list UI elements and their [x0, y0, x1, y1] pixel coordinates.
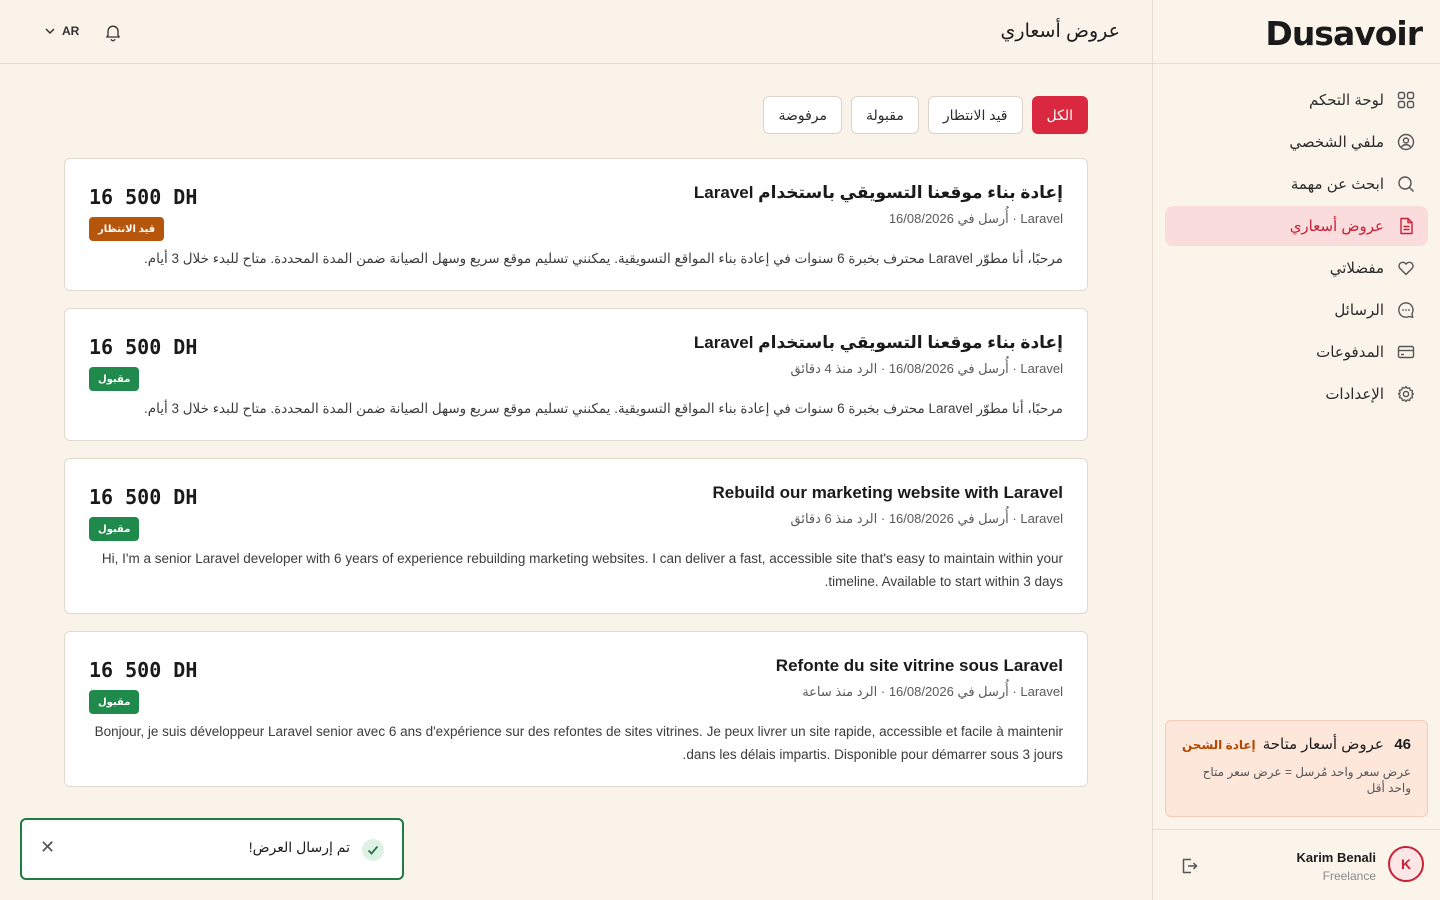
quote-meta: Laravel · أُرسل في 16/08/2026 · الرد منذ… — [790, 361, 1064, 376]
quote-card[interactable]: إعادة بناء موقعنا التسويقي باستخدام Lara… — [64, 158, 1088, 291]
credits-description: عرض سعر واحد مُرسل = عرض سعر متاح واحد أ… — [1202, 765, 1411, 795]
quotes-list: إعادة بناء موقعنا التسويقي باستخدام Lara… — [64, 158, 1088, 804]
credits-count: 46 — [1394, 736, 1411, 753]
language-label: AR — [62, 24, 80, 38]
sidebar-item-find-job[interactable]: ابحث عن مهمة — [1165, 164, 1428, 204]
sidebar-nav: لوحة التحكم ملفي الشخصي ابحث عن مهمة عرو… — [1165, 80, 1428, 416]
status-badge: مقبول — [89, 367, 140, 391]
sidebar-item-label: الإعدادات — [1325, 386, 1384, 403]
chat-icon — [1396, 300, 1416, 320]
quote-price: 16 500 DH — [89, 485, 198, 509]
filter-rejected[interactable]: مرفوضة — [763, 96, 843, 134]
sidebar-item-label: ابحث عن مهمة — [1290, 176, 1384, 193]
sidebar-item-messages[interactable]: الرسائل — [1165, 290, 1428, 330]
filter-pending[interactable]: قيد الانتظار — [927, 96, 1023, 134]
sidebar-item-label: الرسائل — [1334, 302, 1384, 319]
credits-label: عروض أسعار متاحة — [1262, 736, 1384, 753]
quote-card[interactable]: إعادة بناء موقعنا التسويقي باستخدام Lara… — [64, 308, 1088, 441]
quote-message: مرحبًا، أنا مطوّر Laravel محترف بخبرة 6 … — [144, 401, 1063, 416]
status-filter-tabs: الكل قيد الانتظار مقبولة مرفوضة — [763, 96, 1088, 134]
brand-logo[interactable]: Dusavoir — [1265, 14, 1423, 53]
success-toast: تم إرسال العرض! ✕ — [20, 818, 404, 880]
logout-icon[interactable] — [1179, 856, 1199, 881]
quote-card[interactable]: Refonte du site vitrine sous Laravel Lar… — [64, 631, 1088, 787]
sidebar-item-label: ملفي الشخصي — [1289, 134, 1384, 151]
credit-card-icon — [1396, 342, 1416, 362]
language-switcher[interactable]: AR — [44, 24, 79, 38]
chevron-down-icon — [45, 28, 55, 35]
notifications-bell-icon[interactable] — [103, 22, 123, 47]
document-icon — [1396, 216, 1416, 236]
sidebar-item-dashboard[interactable]: لوحة التحكم — [1165, 80, 1428, 120]
filter-accepted[interactable]: مقبولة — [851, 96, 919, 134]
heart-icon — [1396, 258, 1416, 278]
quote-message: مرحبًا، أنا مطوّر Laravel محترف بخبرة 6 … — [144, 251, 1063, 266]
user-profile-bar: K Karim Benali Freelance — [1153, 829, 1440, 900]
sidebar-item-label: عروض أسعاري — [1289, 218, 1384, 235]
sidebar: Dusavoir لوحة التحكم ملفي الشخصي ابحث عن… — [1152, 0, 1440, 900]
close-icon[interactable]: ✕ — [40, 837, 55, 858]
quote-card[interactable]: Rebuild our marketing website with Larav… — [64, 458, 1088, 614]
quote-meta: Laravel · أُرسل في 16/08/2026 · الرد منذ… — [790, 511, 1064, 526]
quote-price: 16 500 DH — [89, 335, 198, 359]
grid-icon — [1396, 90, 1416, 110]
quote-price: 16 500 DH — [89, 185, 198, 209]
quote-title: Refonte du site vitrine sous Laravel — [775, 656, 1063, 675]
sidebar-item-label: لوحة التحكم — [1308, 92, 1384, 109]
quote-title: Rebuild our marketing website with Larav… — [712, 483, 1063, 502]
check-icon — [362, 839, 384, 861]
page-title: عروض أسعاري — [1000, 21, 1120, 42]
user-role: Freelance — [1322, 869, 1376, 883]
quote-credits-panel: 46 عروض أسعار متاحة إعادة الشحن عرض سعر … — [1165, 720, 1428, 817]
quote-title: إعادة بناء موقعنا التسويقي باستخدام Lara… — [693, 333, 1063, 352]
quote-price: 16 500 DH — [89, 658, 198, 682]
sidebar-item-profile[interactable]: ملفي الشخصي — [1165, 122, 1428, 162]
quote-message: Bonjour, je suis développeur Laravel sen… — [94, 724, 1063, 762]
quote-meta: Laravel · أُرسل في 16/08/2026 — [888, 211, 1063, 226]
divider — [1153, 63, 1440, 64]
avatar[interactable]: K — [1388, 846, 1424, 882]
status-badge: مقبول — [89, 517, 140, 541]
quote-title: إعادة بناء موقعنا التسويقي باستخدام Lara… — [693, 183, 1063, 202]
user-circle-icon — [1396, 132, 1416, 152]
sidebar-item-my-quotes[interactable]: عروض أسعاري — [1165, 206, 1428, 246]
reload-credits-link[interactable]: إعادة الشحن — [1182, 738, 1256, 752]
user-name: Karim Benali — [1296, 850, 1376, 865]
sidebar-item-payments[interactable]: المدفوعات — [1165, 332, 1428, 372]
status-badge: قيد الانتظار — [89, 217, 165, 241]
top-header: AR عروض أسعاري — [0, 0, 1152, 64]
sidebar-item-label: المدفوعات — [1316, 344, 1384, 361]
quote-message: Hi, I'm a senior Laravel developer with … — [101, 551, 1063, 589]
filter-all[interactable]: الكل — [1031, 96, 1088, 134]
toast-message: تم إرسال العرض! — [248, 839, 350, 855]
sidebar-item-label: مفضلاتي — [1329, 260, 1384, 277]
quote-meta: Laravel · أُرسل في 16/08/2026 · الرد منذ… — [802, 684, 1063, 699]
status-badge: مقبول — [89, 690, 140, 714]
search-icon — [1396, 174, 1416, 194]
sidebar-item-settings[interactable]: الإعدادات — [1165, 374, 1428, 414]
gear-icon — [1396, 384, 1416, 404]
sidebar-item-favorites[interactable]: مفضلاتي — [1165, 248, 1428, 288]
